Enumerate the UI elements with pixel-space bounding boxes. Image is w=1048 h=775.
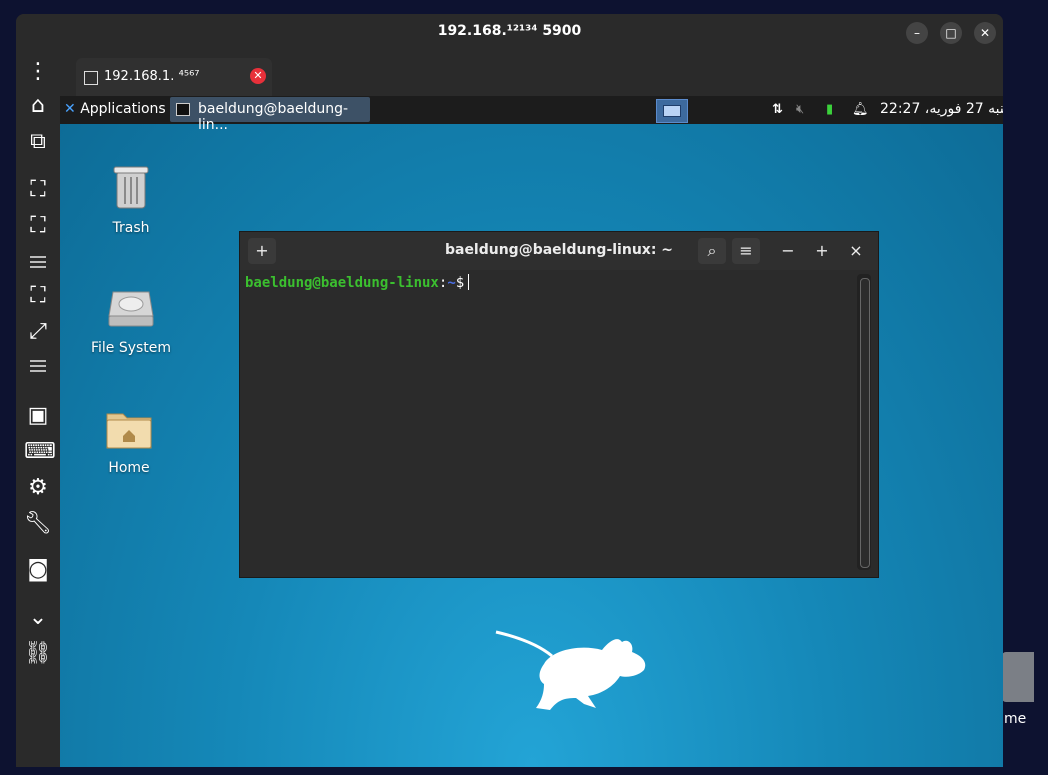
tab-close-icon[interactable]: ✕ — [250, 68, 266, 84]
menu-icon[interactable] — [30, 360, 46, 362]
xfce-mouse-logo — [495, 630, 646, 710]
more-icon[interactable]: ⋮ — [24, 58, 52, 86]
close-button[interactable]: ✕ — [974, 22, 996, 44]
chevron-down-icon[interactable]: ⌄ — [24, 604, 52, 632]
minimize-button[interactable]: − — [774, 238, 802, 264]
tab-label: 192.168.1․ ⁴⁵⁶⁷ — [104, 69, 200, 84]
workspace-switcher[interactable] — [656, 99, 688, 123]
shell-prompt: baeldung@baeldung-linux:~$ — [245, 274, 470, 291]
terminal-window[interactable]: + baeldung@baeldung-linux: ~ ⌕ ≡ − + × b… — [239, 231, 879, 578]
terminal-headerbar[interactable]: + baeldung@baeldung-linux: ~ ⌕ ≡ − + × — [240, 232, 878, 270]
fullscreen-icon[interactable]: ⛶ — [24, 212, 52, 240]
prompt-user-host: baeldung@baeldung-linux — [245, 275, 439, 291]
hamburger-menu-icon[interactable]: ≡ — [732, 238, 760, 264]
terminal-icon — [176, 103, 190, 116]
prompt-symbol: $ — [455, 275, 465, 291]
tab-strip: 192.168.1․ ⁴⁵⁶⁷ ✕ — [60, 50, 1003, 96]
close-button[interactable]: × — [842, 238, 870, 264]
desktop-icon-label: Trash — [112, 220, 150, 236]
xfce-panel: ✕ Applications ⋮ baeldung@baeldung-lin..… — [60, 96, 1003, 133]
desktop-icon-home[interactable]: Home — [84, 408, 174, 476]
home-icon[interactable]: ⌂ — [24, 92, 52, 120]
scrollbar-thumb[interactable] — [860, 278, 870, 568]
taskbar-terminal-label: baeldung@baeldung-lin... — [198, 101, 349, 133]
window-title: 192.168.¹²¹³⁴ 5900 — [437, 23, 582, 39]
minimize-button[interactable]: – — [906, 22, 928, 44]
terminal-output[interactable]: baeldung@baeldung-linux:~$ — [243, 270, 857, 572]
link-icon[interactable]: ⛓ — [24, 640, 52, 668]
search-icon[interactable]: ⌕ — [698, 238, 726, 264]
applications-menu[interactable]: ✕ Applications ⋮ — [64, 101, 184, 117]
prompt-path: ~ — [447, 275, 456, 291]
wrench-icon[interactable]: 🔧︎ — [24, 510, 52, 538]
network-icon[interactable]: ⇅ — [772, 102, 783, 117]
desktop-icon-label: File System — [90, 340, 172, 356]
settings-icon[interactable]: ⚙ — [24, 474, 52, 502]
expand-icon[interactable]: ⤢ — [24, 318, 52, 346]
desktop-icon-trash[interactable]: Trash — [86, 162, 176, 236]
volume-muted-icon[interactable]: 🔇︎ — [796, 102, 804, 117]
vnc-viewer-window: 192.168.¹²¹³⁴ 5900 – □ ✕ ⋮ ⌂ ⧉ ⛶ ⛶ ⛶ ⤢ ▣… — [16, 14, 1003, 767]
camera-icon[interactable]: ◙ — [24, 556, 52, 584]
notification-bell-icon[interactable]: 🔔︎ — [852, 102, 869, 117]
keyboard-icon[interactable]: ⌨ — [24, 438, 56, 466]
panel-clock[interactable]: یکشنبه 27 فوریه، 22:27 — [880, 101, 1003, 117]
remote-desktop[interactable]: ✕ Applications ⋮ baeldung@baeldung-lin..… — [60, 96, 1003, 767]
window-titlebar[interactable]: 192.168.¹²¹³⁴ 5900 – □ ✕ — [16, 14, 1003, 50]
hard-drive-icon — [108, 291, 154, 327]
tab-vnc-session[interactable]: 192.168.1․ ⁴⁵⁶⁷ ✕ — [76, 58, 272, 96]
home-folder-icon — [106, 413, 152, 449]
new-window-icon[interactable]: ⧉ — [24, 128, 52, 156]
viewer-sidebar: ⋮ ⌂ ⧉ ⛶ ⛶ ⛶ ⤢ ▣ ⌨ ⚙ 🔧︎ ◙ ⌄ ⛓ — [16, 50, 60, 767]
new-tab-button[interactable]: + — [248, 238, 276, 264]
terminal-scrollbar[interactable] — [857, 274, 871, 570]
text-cursor — [468, 274, 470, 290]
host-desktop-icon[interactable] — [1002, 652, 1034, 702]
trash-icon — [113, 166, 149, 209]
taskbar-terminal-button[interactable]: baeldung@baeldung-lin... — [170, 97, 370, 133]
xfce-logo-icon: ✕ — [64, 101, 76, 117]
desktop-icon-label: Home — [108, 460, 150, 476]
fit-icon[interactable]: ⛶ — [24, 176, 52, 204]
battery-icon[interactable]: ▮ — [826, 102, 833, 117]
terminal-title: baeldung@baeldung-linux: ~ — [444, 242, 674, 258]
window-icon[interactable]: ▣ — [24, 402, 52, 430]
applications-label: Applications — [80, 101, 166, 117]
maximize-button[interactable]: + — [808, 238, 836, 264]
menu-icon[interactable] — [30, 256, 46, 258]
window-icon — [84, 71, 98, 85]
host-desktop-label: me — [1004, 711, 1027, 727]
maximize-button[interactable]: □ — [940, 22, 962, 44]
scale-icon[interactable]: ⛶ — [24, 282, 52, 310]
desktop-icon-file-system[interactable]: File System — [86, 288, 176, 356]
